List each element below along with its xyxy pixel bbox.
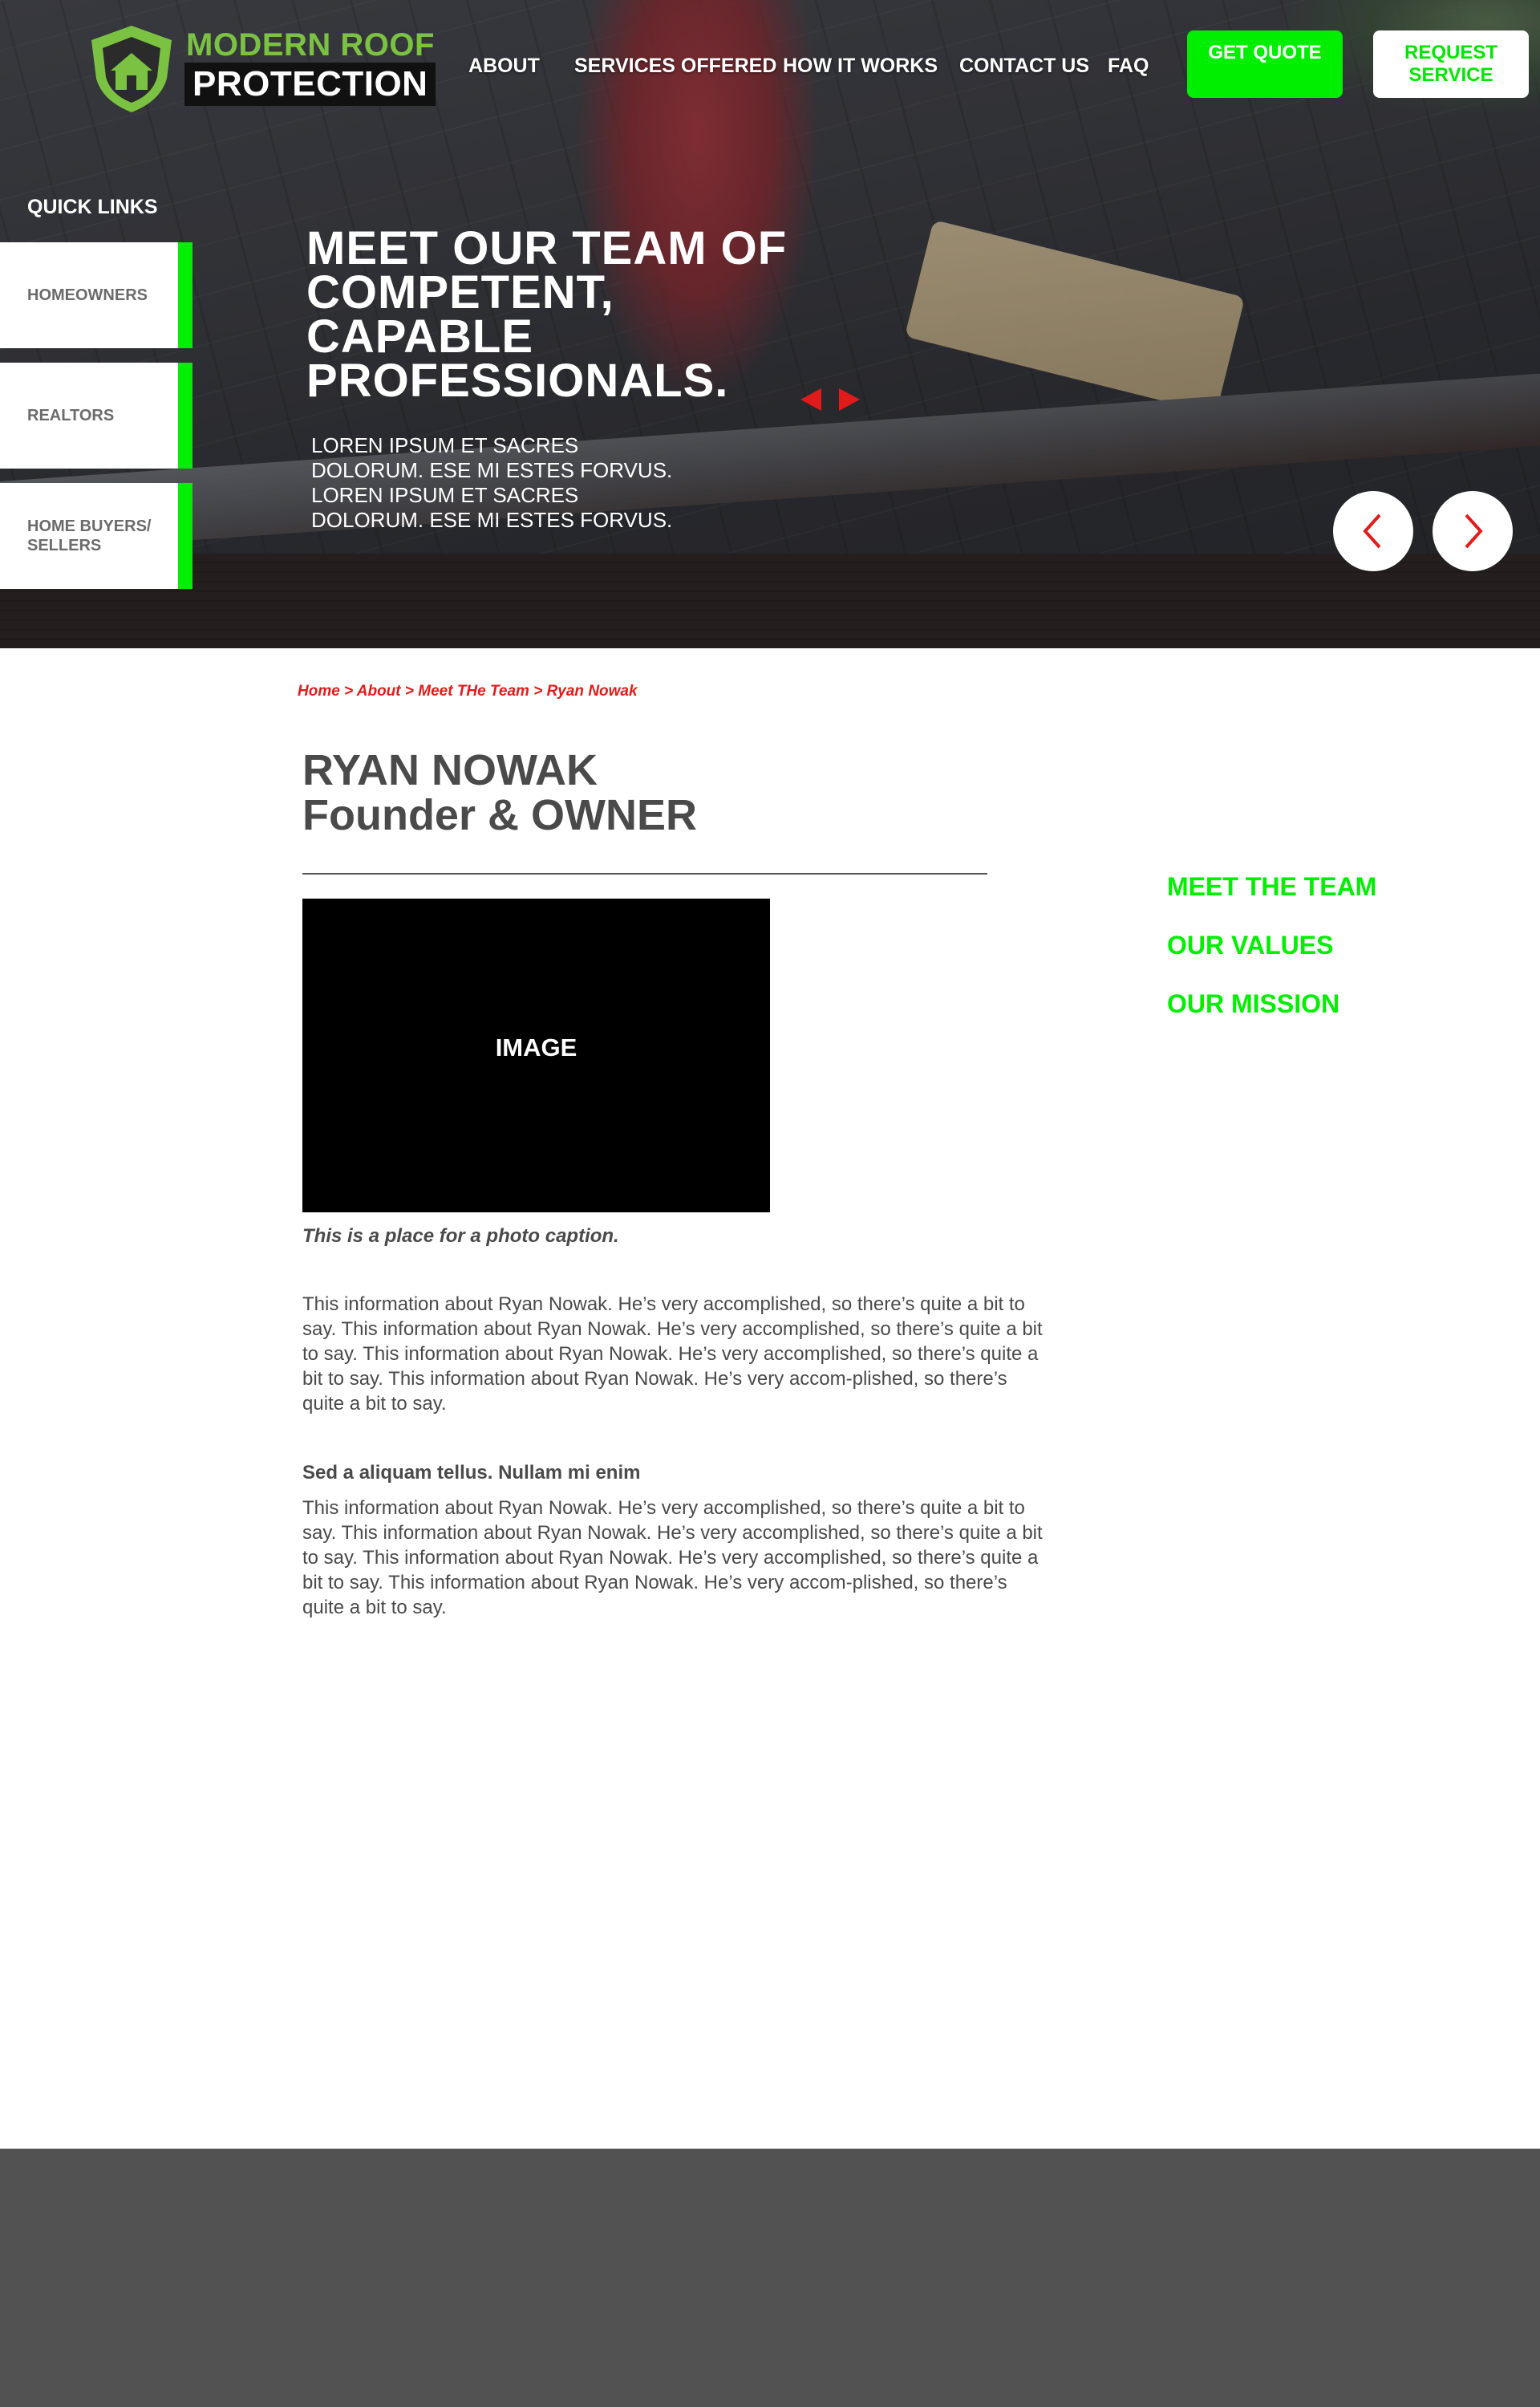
get-quote-label: GET QUOTE xyxy=(1208,42,1322,63)
image-placeholder-label: IMAGE xyxy=(495,1033,578,1061)
bio-subheading: Sed a aliquam tellus. Nullam mi enim xyxy=(302,1462,641,1484)
heading-divider xyxy=(302,873,987,875)
nav-how-it-works[interactable]: HOW IT WORKS xyxy=(783,55,938,78)
request-service-button[interactable]: REQUEST SERVICE xyxy=(1373,30,1529,98)
site-logo[interactable]: MODERN ROOF PROTECTION xyxy=(83,22,436,116)
quick-link-realtors[interactable]: REALTORS xyxy=(0,363,192,469)
quick-link-home-buyers-sellers[interactable]: HOME BUYERS/ SELLERS xyxy=(0,483,192,589)
logo-text-bottom: PROTECTION xyxy=(184,63,436,106)
site-footer xyxy=(0,2149,1540,2407)
quick-link-label: REALTORS xyxy=(27,407,115,424)
quick-link-label: HOMEOWNERS xyxy=(27,286,148,304)
sidebar-link-our-values[interactable]: OUR VALUES xyxy=(1167,931,1333,960)
photo-caption: This is a place for a photo caption. xyxy=(302,1225,619,1247)
sidebar-link-meet-the-team[interactable]: MEET THE TEAM xyxy=(1167,872,1376,902)
arrow-right-icon[interactable] xyxy=(839,388,860,411)
sidebar-link-our-mission[interactable]: OUR MISSION xyxy=(1167,989,1339,1019)
mini-carousel-arrows xyxy=(800,388,860,411)
nav-about[interactable]: ABOUT xyxy=(468,55,540,78)
request-service-label: REQUEST SERVICE xyxy=(1404,42,1497,86)
carousel-next-button[interactable] xyxy=(1433,491,1513,571)
chevron-right-icon xyxy=(1465,513,1483,549)
bio-paragraph-2: This information about Ryan Nowak. He’s … xyxy=(302,1497,1043,1618)
nav-contact-us[interactable]: CONTACT US xyxy=(959,55,1089,78)
profile-role: Founder & OWNER xyxy=(302,791,697,839)
get-quote-button[interactable]: GET QUOTE xyxy=(1187,30,1343,98)
profile-name: RYAN NOWAK xyxy=(302,746,598,794)
hero-title: MEET OUR TEAM OF COMPETENT, CAPABLE PROF… xyxy=(306,222,788,407)
quick-link-label: HOME BUYERS/ SELLERS xyxy=(27,518,152,554)
profile-heading: RYAN NOWAK Founder & OWNER xyxy=(302,748,697,838)
breadcrumb[interactable]: Home > About > Meet THe Team > Ryan Nowa… xyxy=(298,683,638,700)
nav-faq[interactable]: FAQ xyxy=(1108,55,1149,78)
nav-services-offered[interactable]: SERVICES OFFERED xyxy=(574,55,776,78)
shield-house-icon xyxy=(91,26,172,112)
quick-links-title: QUICK LINKS xyxy=(27,196,158,218)
logo-text-top: MODERN ROOF xyxy=(186,27,435,63)
hero-subtitle: LOREN IPSUM ET SACRES DOLORUM. ESE MI ES… xyxy=(311,433,673,532)
arrow-left-icon[interactable] xyxy=(800,388,821,411)
chevron-left-icon xyxy=(1363,513,1381,549)
carousel-prev-button[interactable] xyxy=(1333,491,1413,571)
bio-paragraph-1: This information about Ryan Nowak. He’s … xyxy=(302,1293,1043,1415)
quick-link-homeowners[interactable]: HOMEOWNERS xyxy=(0,242,192,348)
profile-image-placeholder: IMAGE xyxy=(302,899,770,1212)
